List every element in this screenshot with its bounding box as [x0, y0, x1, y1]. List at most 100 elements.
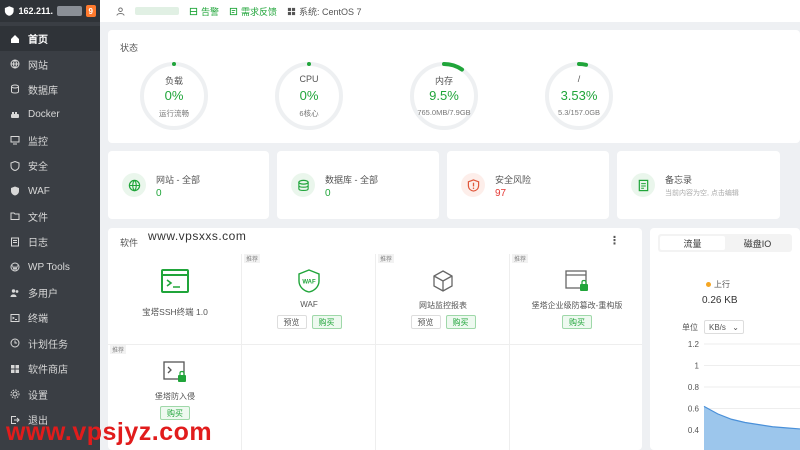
- buy-button[interactable]: 购买: [562, 315, 592, 329]
- gauge-value: 9.5%: [429, 88, 459, 103]
- buy-button[interactable]: 购买: [445, 315, 476, 329]
- more-menu-icon[interactable]: ⋮: [609, 234, 620, 247]
- sidebar-item-database[interactable]: 数据库: [0, 77, 100, 102]
- status-gauge[interactable]: 负载 0% 运行流畅: [138, 60, 210, 132]
- sidebar-item-folder[interactable]: 文件: [0, 204, 100, 229]
- terminal-icon: [10, 313, 20, 322]
- feedback-label: 需求反馈: [241, 6, 278, 17]
- sidebar-item-gear[interactable]: 设置: [0, 381, 100, 406]
- gear-icon: [10, 389, 20, 399]
- waf-icon: [11, 186, 19, 196]
- summary-card[interactable]: 备忘录 当前内容为空, 点击编辑: [617, 151, 780, 219]
- sidebar-item-store[interactable]: 软件商店: [0, 356, 100, 381]
- summary-value: 97: [495, 188, 507, 199]
- summary-desc: 当前内容为空, 点击编辑: [665, 190, 739, 197]
- summary-value: 0: [156, 188, 162, 199]
- summary-card[interactable]: 数据库 - 全部 0: [277, 151, 439, 219]
- summary-title: 数据库 - 全部: [325, 175, 378, 185]
- tab-traffic[interactable]: 流量: [660, 236, 725, 250]
- tab-disk-io[interactable]: 磁盘IO: [725, 236, 790, 250]
- gauge-value: 0%: [299, 88, 319, 103]
- user-icon: [116, 6, 125, 16]
- summary-card[interactable]: 网站 - 全部 0: [108, 151, 269, 219]
- sidebar-item-label: 网站: [28, 60, 48, 72]
- bell-icon: [189, 7, 198, 15]
- unit-select[interactable]: KB/s ⌄: [704, 320, 744, 334]
- y-tick-label: 0.4: [688, 426, 700, 435]
- users-icon: [10, 288, 19, 297]
- sidebar-item-shield[interactable]: 安全: [0, 153, 100, 178]
- upload-dot: [706, 282, 711, 287]
- clock-icon: [10, 338, 20, 348]
- preview-button[interactable]: 预览: [276, 315, 307, 329]
- software-title: 软件: [120, 238, 139, 248]
- software-item[interactable]: 推荐 网站监控报表 预览 购买: [376, 254, 510, 344]
- gauge-sub: 6核心: [299, 109, 319, 118]
- shield-icon: [10, 160, 20, 171]
- software-name: WAF: [300, 300, 318, 309]
- notification-badge[interactable]: 9: [85, 5, 96, 17]
- sidebar-item-globe[interactable]: 网站: [0, 51, 100, 76]
- sidebar-item-home[interactable]: 首页: [0, 26, 100, 52]
- bt-logo-icon: [4, 6, 14, 16]
- feedback-link[interactable]: 需求反馈: [229, 5, 277, 18]
- sidebar-item-label: WP Tools: [28, 261, 70, 273]
- globe-icon: [128, 179, 140, 191]
- sidebar-item-users[interactable]: 多用户: [0, 280, 100, 305]
- software-item[interactable]: 推荐 堡塔企业级防篡改-重构版 购买: [510, 254, 644, 344]
- store-icon: [11, 364, 19, 373]
- summary-icon-wrap: [291, 173, 315, 197]
- summary-card[interactable]: 安全风险 97: [447, 151, 609, 219]
- sidebar-item-label: 软件商店: [28, 365, 68, 377]
- watermark-text: www.vpsxxs.com: [148, 229, 247, 243]
- sidebar-nav: 首页网站数据库 Docker 监控安全 WAF 文件 日志 WP Tools 多用户 终端计划任…: [0, 26, 100, 432]
- preview-button[interactable]: 预览: [410, 315, 441, 329]
- gauge-sub: 765.0MB/7.9GB: [417, 108, 471, 117]
- sidebar-item-label: 监控: [28, 136, 48, 148]
- software-actions: 预览 购买: [242, 315, 376, 329]
- unit-row: 单位 KB/s ⌄: [682, 320, 744, 334]
- recommend-tag: 推荐: [512, 254, 529, 263]
- software-item[interactable]: 推荐 WAF WAF 预览 购买: [242, 254, 376, 344]
- status-gauge[interactable]: CPU 0% 6核心: [273, 60, 345, 132]
- sidebar-item-wordpress[interactable]: WP Tools: [0, 255, 100, 280]
- software-item[interactable]: 宝塔SSH终端 1.0: [108, 254, 242, 344]
- software-actions: 购买: [510, 315, 644, 329]
- terminal-app-icon: [161, 269, 189, 293]
- sidebar-item-label: 数据库: [28, 85, 58, 97]
- sidebar-item-terminal[interactable]: 终端: [0, 305, 100, 330]
- sidebar-header: 162.211. 9: [0, 0, 100, 22]
- os-icon: [287, 7, 296, 15]
- sidebar-item-monitor[interactable]: 监控: [0, 128, 100, 153]
- sidebar-item-log[interactable]: 日志: [0, 229, 100, 254]
- recommend-tag: 推荐: [378, 254, 395, 263]
- status-card: 状态 负载 0% 运行流畅 CPU 0% 6核心 内存 9.5% 765.0MB/7.9GB / 3…: [108, 30, 800, 143]
- server-ip: 162.211.: [18, 6, 54, 16]
- traffic-card: 流量 磁盘IO 上行 0.26 KB 单位 KB/s ⌄ 1.2 1 0.8 0.6 0…: [650, 228, 800, 450]
- status-gauge[interactable]: / 3.53% 5.3/157.0GB: [543, 60, 615, 132]
- cube-icon: [433, 270, 453, 292]
- ip-mask: [57, 6, 82, 16]
- status-title: 状态: [120, 43, 139, 53]
- buy-button[interactable]: 购买: [311, 315, 342, 329]
- database-icon: [297, 179, 309, 191]
- sidebar-item-docker[interactable]: Docker: [0, 102, 100, 127]
- gauge-label: 内存: [434, 76, 453, 86]
- traffic-tabs: 流量 磁盘IO: [658, 234, 792, 252]
- status-gauge[interactable]: 内存 9.5% 765.0MB/7.9GB: [408, 60, 480, 132]
- sidebar-item-label: 计划任务: [28, 339, 68, 351]
- software-name: 宝塔SSH终端 1.0: [142, 307, 208, 317]
- unit-value: KB/s: [709, 322, 726, 332]
- summary-icon-wrap: [122, 173, 146, 197]
- sidebar-item-clock[interactable]: 计划任务: [0, 331, 100, 356]
- system-info: 系统: CentOS 7: [287, 5, 362, 18]
- sidebar-item-label: Docker: [28, 109, 60, 121]
- traffic-chart: 1.2 1 0.8 0.6 0.4: [688, 340, 800, 450]
- upload-label: 上行: [714, 280, 730, 289]
- alert-link[interactable]: 告警: [189, 5, 219, 18]
- waf-app-icon: WAF: [298, 269, 320, 293]
- folder-icon: [10, 212, 20, 221]
- sidebar-item-label: WAF: [28, 185, 50, 197]
- sidebar-item-waf[interactable]: WAF: [0, 178, 100, 203]
- alert-label: 告警: [201, 6, 220, 17]
